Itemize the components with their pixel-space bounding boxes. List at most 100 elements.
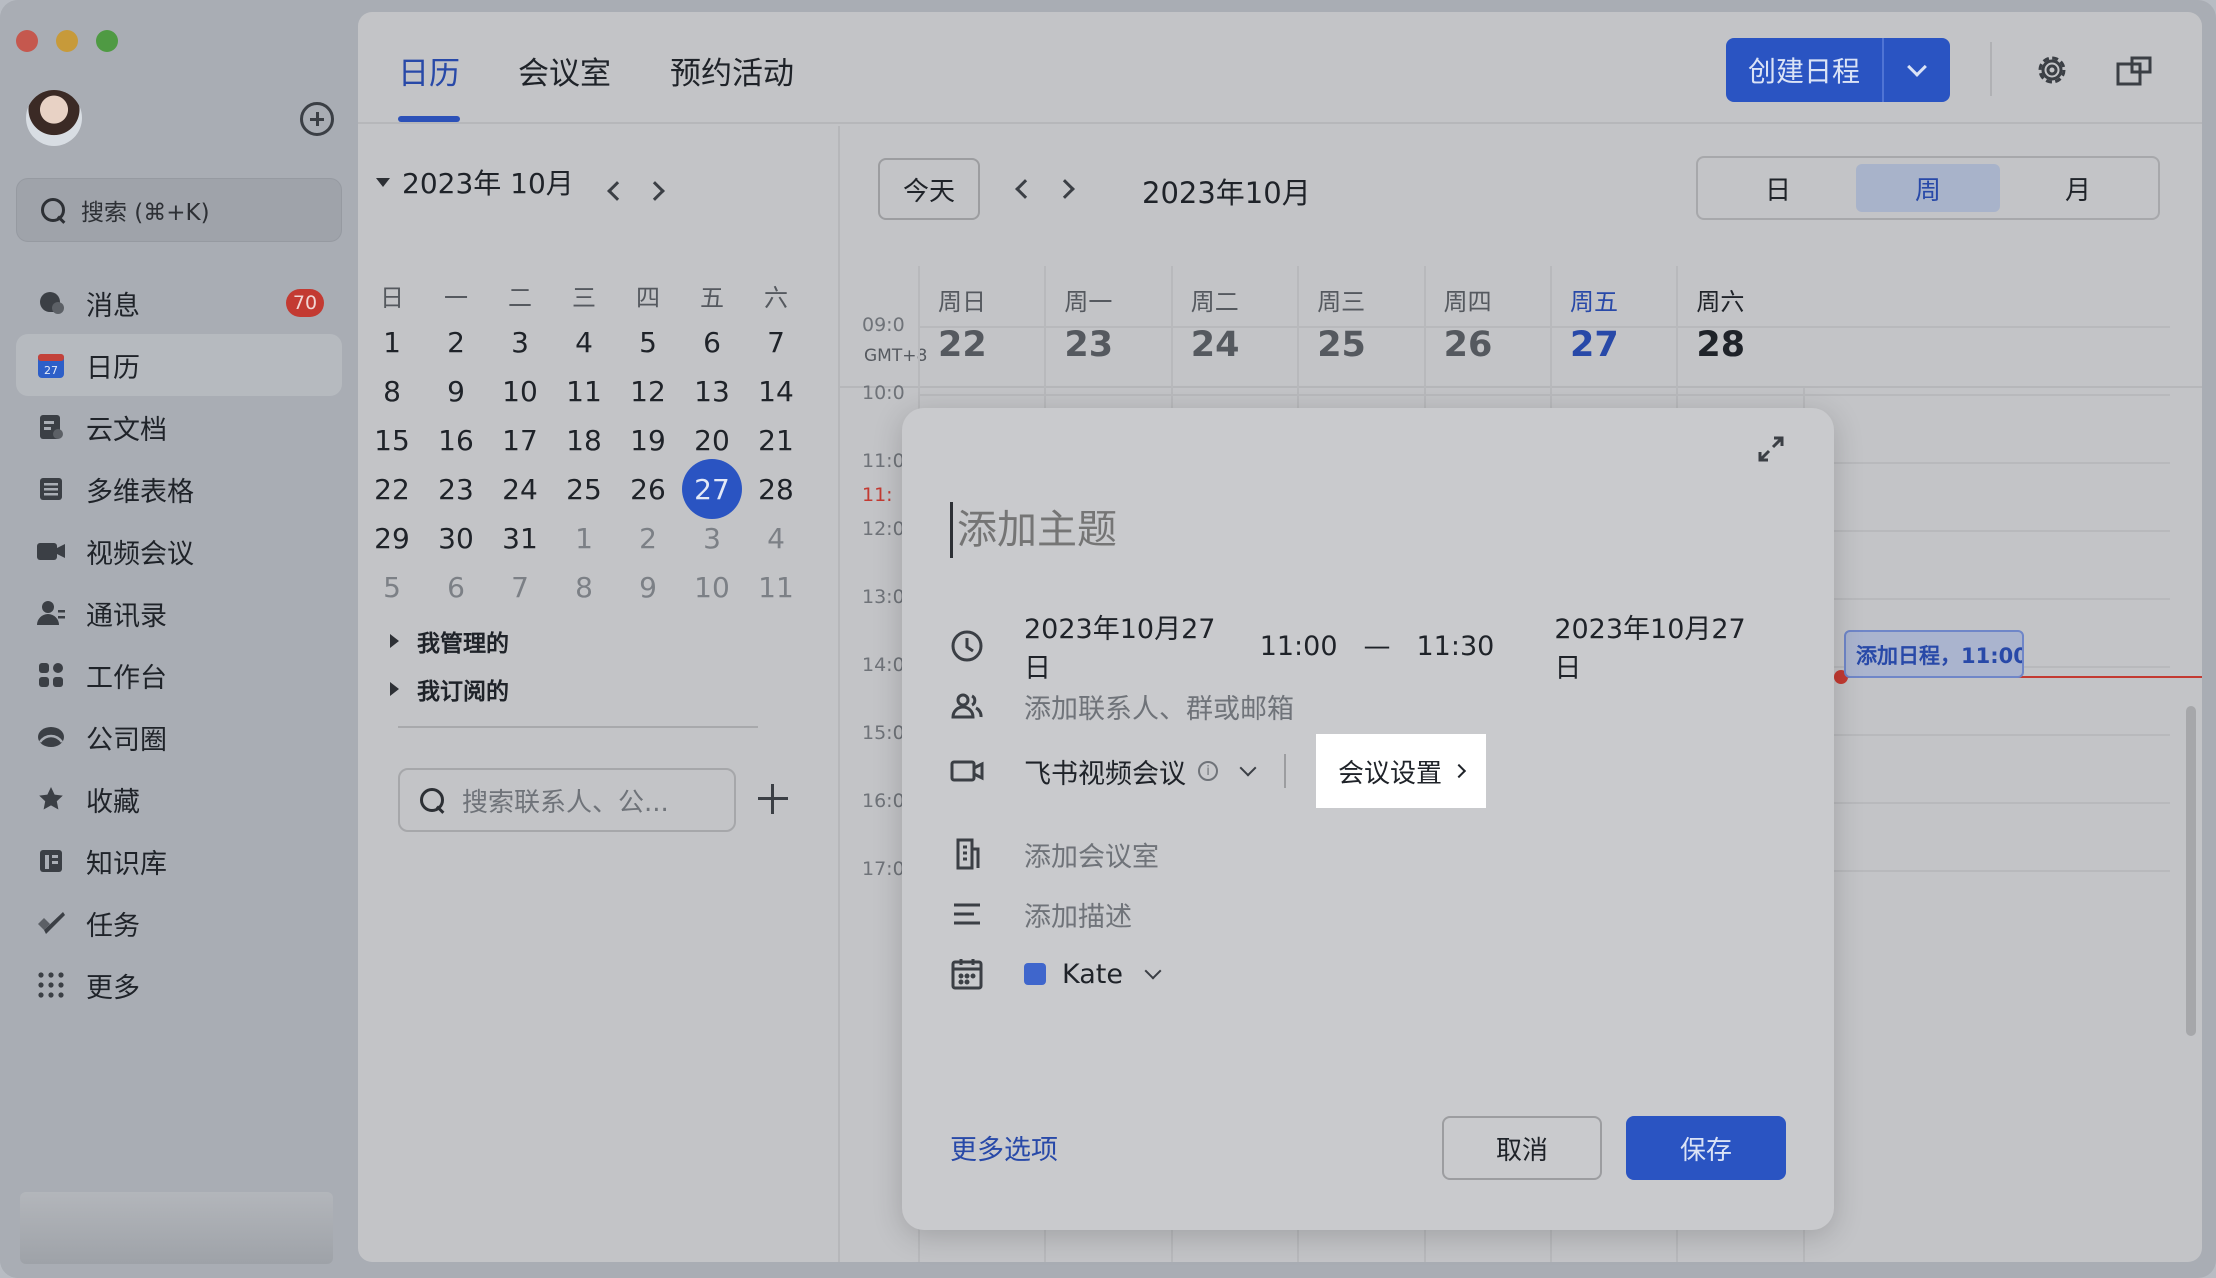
chat-bubble-icon: [36, 288, 66, 318]
view-month-button[interactable]: 月: [2006, 164, 2150, 212]
search-icon: [418, 786, 446, 814]
nav-item-favorites[interactable]: 收藏: [16, 768, 342, 830]
popout-window-icon[interactable]: [2116, 56, 2152, 86]
calendar-owner-label: Kate: [1062, 958, 1123, 990]
event-title-input[interactable]: [950, 502, 1770, 558]
add-circle-icon[interactable]: [300, 102, 334, 136]
nav-item-moments[interactable]: 公司圈: [16, 706, 342, 768]
mini-calendar-day[interactable]: 11: [746, 557, 806, 617]
nav-item-bitable[interactable]: 多维表格: [16, 458, 342, 520]
nav-bottom-banner[interactable]: [20, 1192, 333, 1264]
video-camera-icon: [36, 536, 66, 566]
scrollbar[interactable]: [2186, 706, 2196, 1036]
nav-item-more[interactable]: 更多: [16, 954, 342, 1016]
mini-calendar-day[interactable]: 9: [618, 557, 678, 617]
room-placeholder: 添加会议室: [1024, 841, 1159, 873]
day-weekday-label: 周三: [1317, 288, 1366, 316]
meeting-settings-label: 会议设置: [1338, 758, 1443, 789]
mini-calendar-day[interactable]: 6: [426, 557, 486, 617]
tab-booking-events[interactable]: 预约活动: [670, 48, 794, 93]
day-weekday-label: 周日: [938, 288, 986, 316]
end-time[interactable]: 11:30: [1417, 631, 1495, 662]
description-row[interactable]: 添加描述: [950, 884, 1790, 944]
window-zoom-button[interactable]: [96, 30, 118, 52]
create-event-button[interactable]: 创建日程: [1726, 38, 1884, 102]
cancel-button[interactable]: 取消: [1442, 1116, 1602, 1180]
mini-calendar-day[interactable]: 8: [554, 557, 614, 617]
star-icon: [36, 784, 66, 814]
mini-calendar-month-label: 2023年 10月: [402, 167, 574, 200]
mini-prev-month-icon[interactable]: [607, 181, 627, 201]
mini-next-month-icon[interactable]: [645, 181, 665, 201]
view-day-button[interactable]: 日: [1706, 164, 1850, 212]
hour-label: 14:0: [862, 654, 905, 676]
nav-item-wiki[interactable]: 知识库: [16, 830, 342, 892]
attendees-row[interactable]: 添加联系人、群或邮箱: [950, 676, 1790, 736]
create-event-dropdown[interactable]: [1884, 38, 1950, 102]
more-options-link[interactable]: 更多选项: [950, 1128, 1058, 1167]
next-week-icon[interactable]: [1055, 179, 1075, 199]
calendar-owner-row[interactable]: Kate: [950, 944, 1790, 1004]
top-tab-bar: 日历 会议室 预约活动 创建日程: [358, 12, 2202, 124]
group-managed-calendars[interactable]: 我管理的: [390, 624, 509, 658]
nav-item-video-meeting[interactable]: 视频会议: [16, 520, 342, 582]
knowledge-icon: [36, 846, 66, 876]
week-title: 2023年10月: [1142, 176, 1311, 210]
mini-calendar-month-toggle[interactable]: 2023年 10月: [376, 162, 574, 202]
nav-label: 收藏: [86, 786, 140, 818]
nav-item-contacts[interactable]: 通讯录: [16, 582, 342, 644]
nav-label: 消息: [86, 290, 140, 322]
window-close-button[interactable]: [16, 30, 38, 52]
view-week-button[interactable]: 周: [1856, 164, 2000, 212]
create-event-button-group: 创建日程: [1726, 38, 1950, 102]
nav-item-tasks[interactable]: 任务: [16, 892, 342, 954]
info-icon[interactable]: i: [1198, 761, 1218, 781]
tab-calendar[interactable]: 日历: [398, 48, 460, 93]
start-time[interactable]: 11:00: [1260, 631, 1338, 662]
meeting-settings-button[interactable]: 会议设置: [1316, 734, 1487, 808]
draft-event-block[interactable]: 添加日程，11:00: [1844, 630, 2024, 678]
video-camera-icon: [950, 754, 984, 788]
divider: [1284, 754, 1286, 788]
current-time-label: 11:: [862, 484, 893, 506]
save-button[interactable]: 保存: [1626, 1116, 1786, 1180]
end-date[interactable]: 2023年10月27日: [1554, 607, 1750, 685]
description-placeholder: 添加描述: [1024, 901, 1132, 933]
mini-calendar-day[interactable]: 5: [362, 557, 422, 617]
nav-label: 多维表格: [86, 476, 194, 508]
room-row[interactable]: 添加会议室: [950, 824, 1790, 884]
mini-calendar-day[interactable]: 10: [682, 557, 742, 617]
nav-label: 更多: [86, 972, 140, 1004]
add-calendar-icon[interactable]: [758, 784, 788, 814]
attendees-placeholder: 添加联系人、群或邮箱: [1024, 693, 1294, 725]
nav-item-messages[interactable]: 消息 70: [16, 272, 342, 334]
svg-text:27: 27: [44, 364, 58, 377]
hour-label: 16:0: [862, 790, 905, 812]
gear-icon[interactable]: [2034, 52, 2070, 88]
nav-item-docs[interactable]: 云文档: [16, 396, 342, 458]
toolbar-divider: [1990, 42, 1992, 96]
expand-icon[interactable]: [1756, 434, 1786, 464]
workspace-grid-icon: [36, 660, 66, 690]
nav-item-calendar[interactable]: 27 日历: [16, 334, 342, 396]
window-minimize-button[interactable]: [56, 30, 78, 52]
mini-weekday-label: 日: [380, 284, 404, 312]
video-provider-label[interactable]: 飞书视频会议: [1024, 752, 1186, 791]
mini-calendar-day[interactable]: 7: [490, 557, 550, 617]
group-subscribed-calendars[interactable]: 我订阅的: [390, 672, 509, 706]
nav-label: 视频会议: [86, 538, 194, 570]
mini-weekday-label: 二: [508, 284, 532, 312]
avatar[interactable]: [26, 90, 82, 146]
nav-item-workspace[interactable]: 工作台: [16, 644, 342, 706]
active-tab-indicator: [398, 116, 460, 122]
hour-label: 12:0: [862, 518, 905, 540]
nav-label: 知识库: [86, 848, 167, 880]
chevron-down-icon[interactable]: [1239, 759, 1257, 777]
nav-label: 云文档: [86, 414, 167, 446]
prev-week-icon[interactable]: [1015, 179, 1035, 199]
global-search-box[interactable]: 搜索 (⌘+K): [16, 178, 342, 242]
today-button[interactable]: 今天: [878, 158, 980, 220]
start-date[interactable]: 2023年10月27日: [1024, 607, 1220, 685]
tab-meeting-rooms[interactable]: 会议室: [518, 48, 611, 93]
contact-search-input[interactable]: 搜索联系人、公...: [398, 768, 736, 832]
